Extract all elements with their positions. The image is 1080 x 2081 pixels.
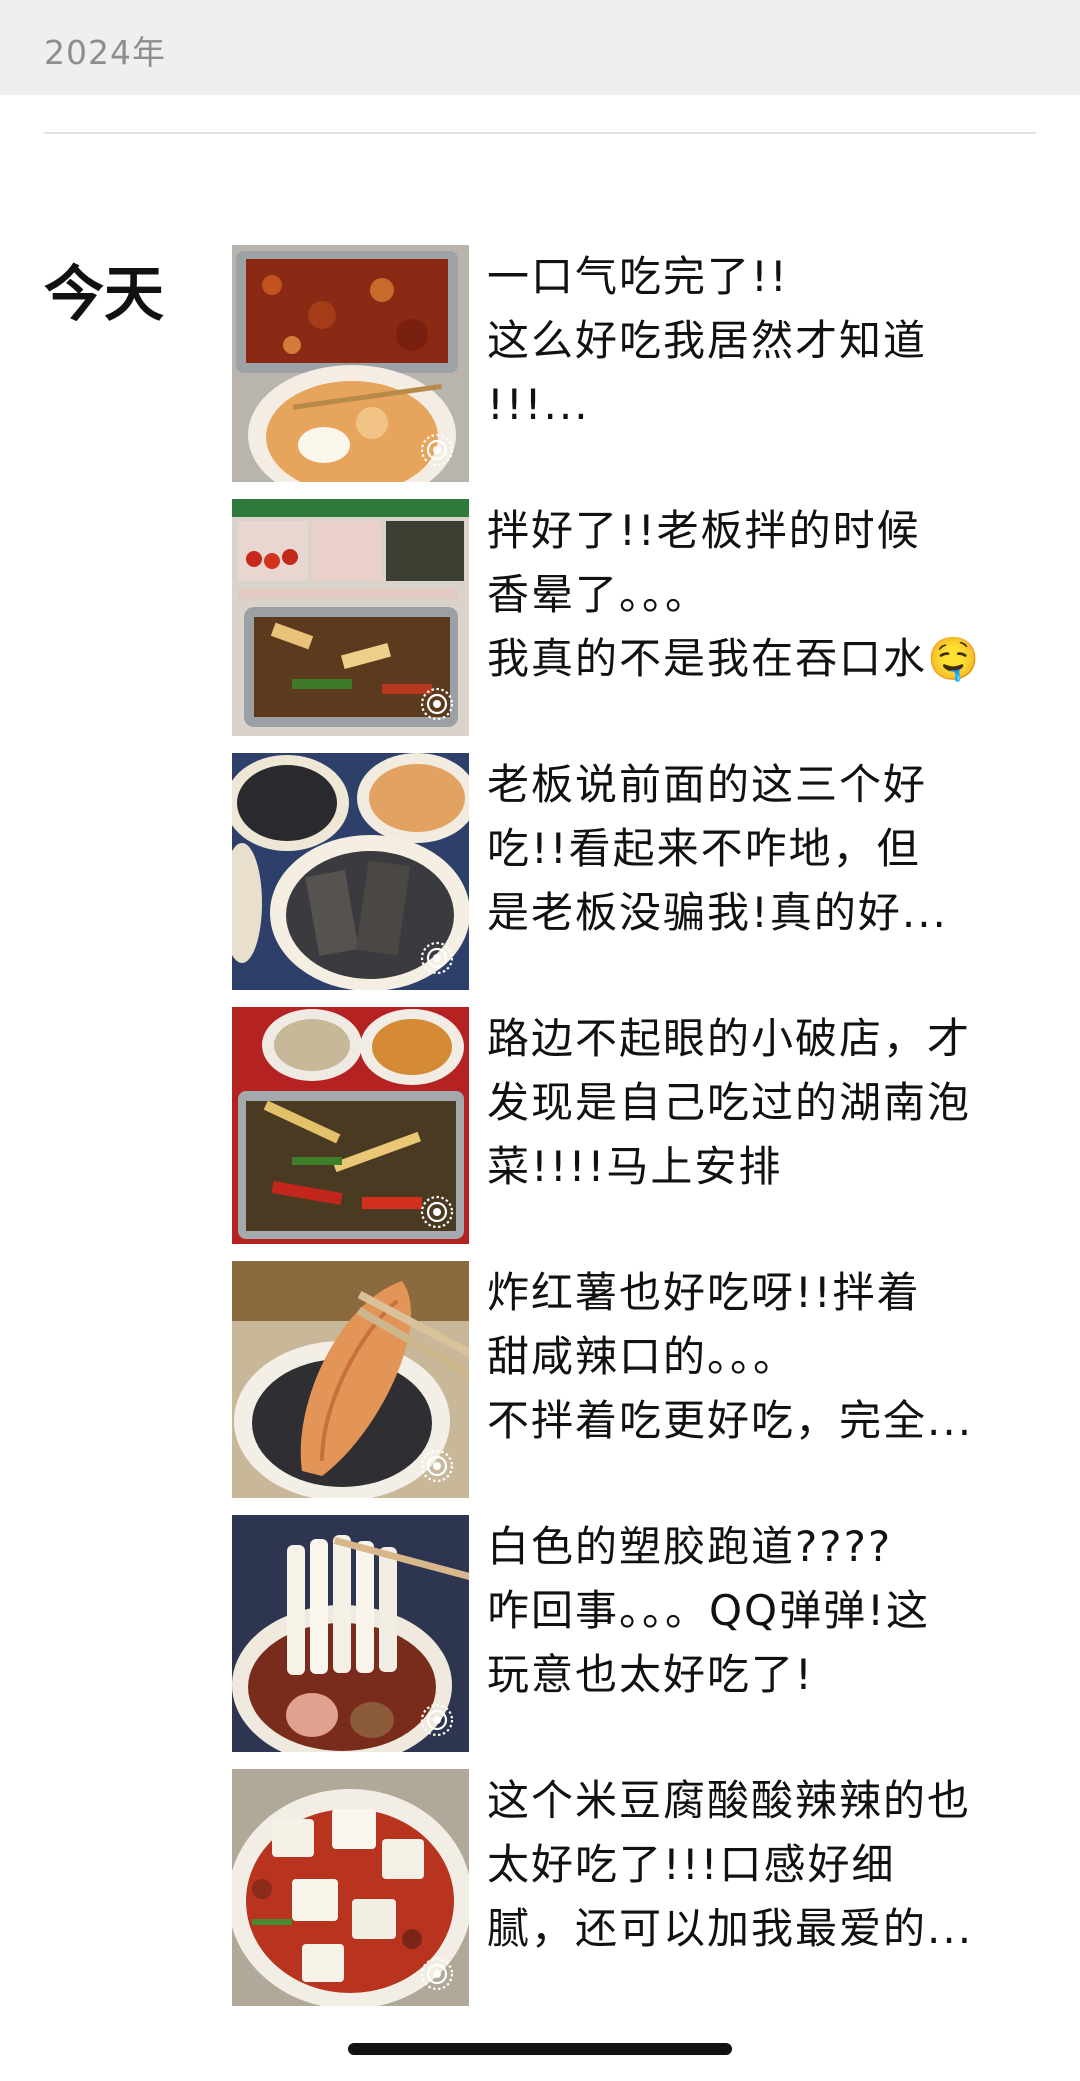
post-thumbnail[interactable] bbox=[232, 753, 469, 990]
post-item[interactable]: 路边不起眼的小破店，才 发现是自己吃过的湖南泡 菜!!!!马上安排 bbox=[232, 1007, 1032, 1244]
home-indicator[interactable] bbox=[348, 2043, 732, 2055]
post-thumbnail[interactable] bbox=[232, 1769, 469, 2006]
live-photo-icon bbox=[420, 687, 454, 721]
post-thumbnail[interactable] bbox=[232, 499, 469, 736]
live-photo-icon bbox=[420, 1195, 454, 1229]
post-item[interactable]: 炸红薯也好吃呀!!拌着 甜咸辣口的。。。 不拌着吃更好吃，完全... bbox=[232, 1261, 1032, 1498]
post-thumbnail[interactable] bbox=[232, 1261, 469, 1498]
post-item[interactable]: 一口气吃完了!! 这么好吃我居然才知道 !!!... bbox=[232, 245, 1032, 482]
live-photo-icon bbox=[420, 433, 454, 467]
divider bbox=[44, 132, 1036, 134]
live-photo-icon bbox=[420, 1957, 454, 1991]
year-label: 2024年 bbox=[44, 33, 166, 72]
post-thumbnail[interactable] bbox=[232, 1007, 469, 1244]
post-caption: 白色的塑胶跑道???? 咋回事。。。QQ弹弹!这 玩意也太好吃了! bbox=[487, 1522, 930, 1699]
post-item[interactable]: 老板说前面的这三个好 吃!!看起来不咋地，但 是老板没骗我!真的好... bbox=[232, 753, 1032, 990]
post-caption: 一口气吃完了!! 这么好吃我居然才知道 !!!... bbox=[487, 252, 928, 429]
post-item[interactable]: 这个米豆腐酸酸辣辣的也 太好吃了!!!口感好细 腻，还可以加我最爱的... bbox=[232, 1769, 1032, 2006]
post-caption: 拌好了!!老板拌的时候 香晕了。。。 我真的不是我在吞口水🤤 bbox=[487, 506, 982, 683]
live-photo-icon bbox=[420, 1449, 454, 1483]
day-label: 今天 bbox=[44, 260, 164, 330]
post-item[interactable]: 白色的塑胶跑道???? 咋回事。。。QQ弹弹!这 玩意也太好吃了! bbox=[232, 1515, 1032, 1752]
post-thumbnail[interactable] bbox=[232, 245, 469, 482]
live-photo-icon bbox=[420, 941, 454, 975]
top-band: 2024年 bbox=[0, 0, 1080, 95]
post-caption: 炸红薯也好吃呀!!拌着 甜咸辣口的。。。 不拌着吃更好吃，完全... bbox=[487, 1268, 974, 1445]
post-caption: 这个米豆腐酸酸辣辣的也 太好吃了!!!口感好细 腻，还可以加我最爱的... bbox=[487, 1776, 974, 1953]
post-thumbnail[interactable] bbox=[232, 1515, 469, 1752]
post-item[interactable]: 拌好了!!老板拌的时候 香晕了。。。 我真的不是我在吞口水🤤 bbox=[232, 499, 1032, 736]
live-photo-icon bbox=[420, 1703, 454, 1737]
post-caption: 路边不起眼的小破店，才 发现是自己吃过的湖南泡 菜!!!!马上安排 bbox=[487, 1014, 972, 1191]
post-caption: 老板说前面的这三个好 吃!!看起来不咋地，但 是老板没骗我!真的好... bbox=[487, 760, 948, 937]
post-list: 一口气吃完了!! 这么好吃我居然才知道 !!!... 拌好了!!老板拌的时候 香… bbox=[232, 245, 1032, 2023]
